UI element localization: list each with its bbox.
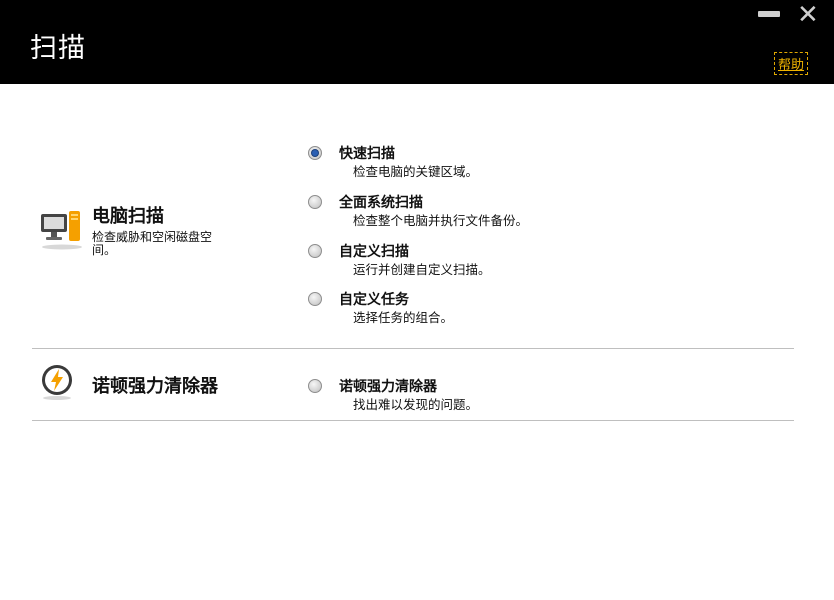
- custom-scan-label: 自定义扫描: [339, 244, 409, 260]
- custom-scan-description: 运行并创建自定义扫描。: [353, 262, 491, 277]
- help-link[interactable]: 帮助: [774, 52, 809, 75]
- minimize-button[interactable]: [758, 11, 780, 17]
- power-eraser-description: 找出难以发现的问题。: [353, 397, 479, 412]
- computer-icon: [41, 211, 82, 250]
- quick-scan-radio[interactable]: [308, 146, 322, 160]
- power-eraser-label: 诺顿强力清除器: [339, 379, 437, 395]
- custom-task-radio[interactable]: [308, 292, 322, 306]
- full-scan-description: 检查整个电脑并执行文件备份。: [353, 213, 529, 228]
- section-divider: [32, 348, 794, 349]
- custom-scan-radio[interactable]: [308, 244, 322, 258]
- power-eraser-title: 诺顿强力清除器: [92, 376, 218, 397]
- power-eraser-radio[interactable]: [308, 379, 322, 393]
- pc-scan-title: 电脑扫描: [92, 206, 164, 227]
- section-divider: [32, 420, 794, 421]
- full-scan-radio[interactable]: [308, 195, 322, 209]
- power-eraser-icon: [42, 365, 72, 400]
- title-bar: 扫描 ✕ 帮助: [0, 0, 834, 84]
- full-scan-label: 全面系统扫描: [339, 195, 423, 211]
- window-title: 扫描: [30, 33, 86, 64]
- quick-scan-label: 快速扫描: [339, 146, 395, 162]
- custom-task-description: 选择任务的组合。: [353, 310, 454, 325]
- close-button[interactable]: ✕: [797, 2, 819, 28]
- pc-scan-description: 检查威胁和空闲磁盘空 间。: [92, 230, 213, 257]
- custom-task-label: 自定义任务: [339, 292, 409, 308]
- quick-scan-description: 检查电脑的关键区域。: [353, 164, 479, 179]
